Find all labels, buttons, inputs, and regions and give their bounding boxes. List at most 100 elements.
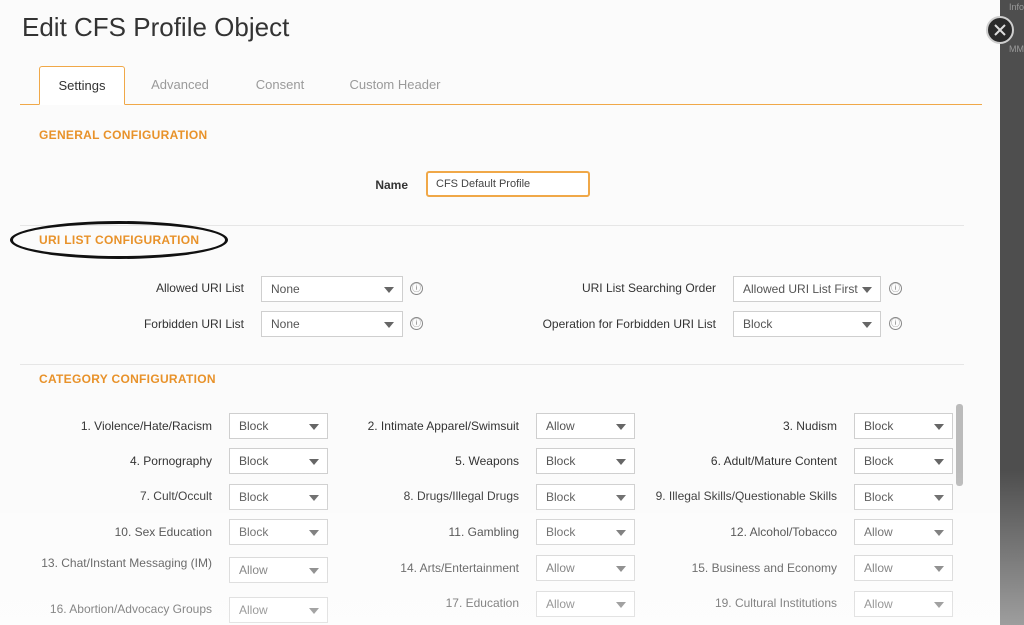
category-select[interactable]: Allow xyxy=(854,519,953,545)
backdrop-text: MM xyxy=(1009,44,1024,54)
category-label: 13. Chat/Instant Messaging (IM) xyxy=(41,556,212,570)
select-value: Block xyxy=(546,454,576,468)
info-icon[interactable]: ⓘ xyxy=(889,282,902,295)
allowed-uri-list-label: Allowed URI List xyxy=(155,281,244,295)
dialog-title: Edit CFS Profile Object xyxy=(22,12,290,42)
category-select[interactable]: Allow xyxy=(854,555,953,581)
category-select[interactable]: Block xyxy=(854,413,953,439)
category-select[interactable]: Block xyxy=(229,484,328,510)
select-value: Block xyxy=(546,525,576,539)
chevron-down-icon xyxy=(862,287,872,293)
name-label: Name xyxy=(375,178,408,192)
chevron-down-icon xyxy=(934,530,944,536)
chevron-down-icon xyxy=(616,424,626,430)
chevron-down-icon xyxy=(309,568,319,574)
chevron-down-icon xyxy=(616,495,626,501)
select-value: Allow xyxy=(239,603,268,617)
category-select[interactable]: Allow xyxy=(536,555,635,581)
tab-custom-header[interactable]: Custom Header xyxy=(340,66,450,104)
chevron-down-icon xyxy=(616,530,626,536)
category-select[interactable]: Block xyxy=(229,413,328,439)
select-value: Block xyxy=(239,490,269,504)
chevron-down-icon xyxy=(309,530,319,536)
chevron-down-icon xyxy=(384,322,394,328)
chevron-down-icon xyxy=(309,424,319,430)
chevron-down-icon xyxy=(384,287,394,293)
forbidden-uri-list-label: Forbidden URI List xyxy=(143,317,244,331)
category-select[interactable]: Allow xyxy=(536,413,635,439)
category-label: 5. Weapons xyxy=(455,454,519,468)
operation-forbidden-uri-select[interactable]: Block xyxy=(733,311,881,337)
select-value: Allow xyxy=(546,561,575,575)
tab-consent[interactable]: Consent xyxy=(240,66,320,104)
category-select[interactable]: Allow xyxy=(854,591,953,617)
select-value: Block xyxy=(864,419,894,433)
select-value: Block xyxy=(743,317,773,331)
info-icon[interactable]: ⓘ xyxy=(410,317,423,330)
select-value: Allow xyxy=(864,597,893,611)
chevron-down-icon xyxy=(616,459,626,465)
chevron-down-icon xyxy=(309,459,319,465)
select-value: Block xyxy=(239,419,269,433)
info-icon[interactable]: ⓘ xyxy=(410,282,423,295)
category-select[interactable]: Block xyxy=(536,448,635,474)
chevron-down-icon xyxy=(934,424,944,430)
general-config-heading: GENERAL CONFIGURATION xyxy=(39,128,208,142)
select-value: Allow xyxy=(239,563,268,577)
chevron-down-icon xyxy=(862,322,872,328)
select-value: Block xyxy=(546,490,576,504)
category-select[interactable]: Block xyxy=(536,484,635,510)
tab-bar: Settings Advanced Consent Custom Header xyxy=(20,66,982,105)
tab-settings[interactable]: Settings xyxy=(39,66,125,105)
select-value: None xyxy=(271,317,300,331)
category-label: 12. Alcohol/Tobacco xyxy=(730,525,837,539)
category-label: 19. Cultural Institutions xyxy=(714,596,837,610)
tab-advanced[interactable]: Advanced xyxy=(138,66,222,104)
chevron-down-icon xyxy=(934,566,944,572)
category-label: 10. Sex Education xyxy=(114,525,212,539)
edit-cfs-profile-dialog: Edit CFS Profile Object Settings Advance… xyxy=(0,0,1000,625)
info-icon[interactable]: ⓘ xyxy=(889,317,902,330)
chevron-down-icon xyxy=(616,602,626,608)
select-value: Allow xyxy=(864,561,893,575)
category-select[interactable]: Block xyxy=(854,448,953,474)
category-label: 16. Abortion/Advocacy Groups xyxy=(49,602,212,616)
forbidden-uri-list-select[interactable]: None xyxy=(261,311,403,337)
allowed-uri-list-select[interactable]: None xyxy=(261,276,403,302)
category-select[interactable]: Allow xyxy=(229,557,328,583)
chevron-down-icon xyxy=(616,566,626,572)
scrollbar[interactable] xyxy=(956,404,963,486)
category-select[interactable]: Block xyxy=(536,519,635,545)
select-value: Allow xyxy=(864,525,893,539)
select-value: Block xyxy=(239,454,269,468)
category-label: 2. Intimate Apparel/Swimsuit xyxy=(367,419,519,433)
select-value: None xyxy=(271,282,300,296)
chevron-down-icon xyxy=(934,495,944,501)
backdrop-text: Info xyxy=(1008,2,1024,12)
select-value: Allowed URI List First xyxy=(743,282,858,296)
category-select[interactable]: Allow xyxy=(536,591,635,617)
select-value: Allow xyxy=(546,419,575,433)
select-value: Block xyxy=(239,525,269,539)
divider xyxy=(20,225,964,226)
category-label: 14. Arts/Entertainment xyxy=(400,561,519,575)
category-select[interactable]: Allow xyxy=(229,597,328,623)
chevron-down-icon xyxy=(934,459,944,465)
close-icon xyxy=(994,24,1006,36)
category-select[interactable]: Block xyxy=(229,519,328,545)
category-label: 15. Business and Economy xyxy=(691,561,837,575)
category-label: 6. Adult/Mature Content xyxy=(710,454,837,468)
category-label: 8. Drugs/Illegal Drugs xyxy=(403,489,519,503)
close-button[interactable] xyxy=(986,16,1014,44)
divider xyxy=(20,364,964,365)
category-label: 7. Cult/Occult xyxy=(139,489,212,503)
category-label: 4. Pornography xyxy=(129,454,212,468)
category-label: 17. Education xyxy=(445,596,519,610)
category-select[interactable]: Block xyxy=(854,484,953,510)
category-label: 11. Gambling xyxy=(448,525,519,539)
name-field[interactable]: CFS Default Profile xyxy=(426,171,590,197)
select-value: Block xyxy=(864,490,894,504)
category-label: 1. Violence/Hate/Racism xyxy=(80,419,212,433)
category-select[interactable]: Block xyxy=(229,448,328,474)
uri-list-searching-order-select[interactable]: Allowed URI List First xyxy=(733,276,881,302)
